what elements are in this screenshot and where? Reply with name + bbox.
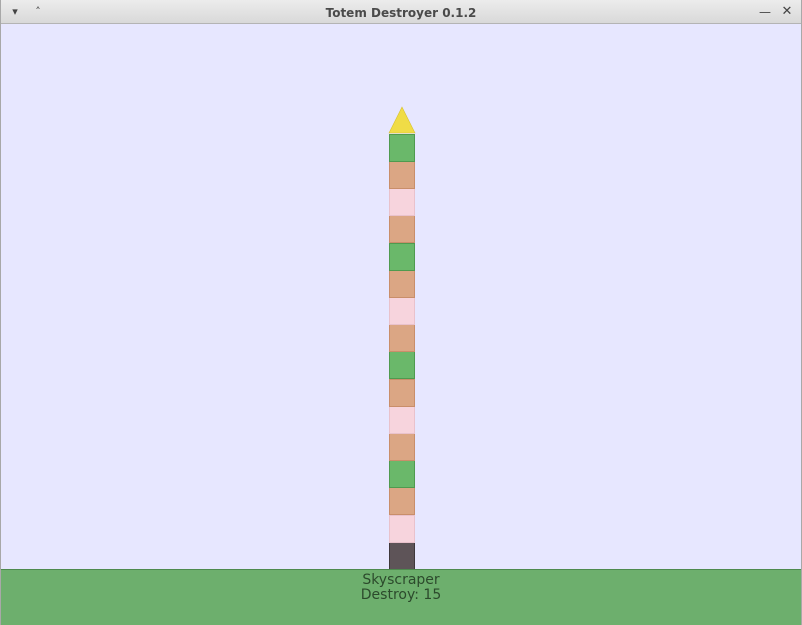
destroy-counter: Destroy: 15	[1, 587, 801, 603]
totem-block-orange[interactable]	[389, 161, 415, 189]
idol-icon	[388, 106, 416, 134]
totem-block-pink[interactable]	[389, 405, 415, 434]
totem-block-green[interactable]	[389, 133, 415, 162]
ground: Skyscraper Destroy: 15	[1, 569, 801, 625]
totem-block-green[interactable]	[389, 351, 415, 380]
totem-block-green[interactable]	[389, 460, 415, 489]
totem-block-orange[interactable]	[389, 324, 415, 353]
totem-block-orange[interactable]	[389, 378, 415, 407]
totem-block-pink[interactable]	[389, 514, 415, 543]
game-window: ▾ ˄ Totem Destroyer 0.1.2 — ✕ Skyscraper…	[0, 0, 802, 625]
totem-block-pink[interactable]	[389, 297, 415, 325]
title-bar[interactable]: ▾ ˄ Totem Destroyer 0.1.2 — ✕	[1, 0, 801, 24]
totem-block-green[interactable]	[389, 242, 415, 271]
destroy-count-value: 15	[423, 587, 442, 603]
totem-block-orange[interactable]	[389, 215, 415, 244]
window-title: Totem Destroyer 0.1.2	[325, 6, 477, 20]
totem-block-orange[interactable]	[389, 433, 415, 461]
totem	[1, 24, 801, 570]
totem-block-orange[interactable]	[389, 269, 415, 298]
playfield[interactable]	[1, 24, 801, 570]
totem-block-orange[interactable]	[389, 487, 415, 516]
close-icon[interactable]: ✕	[778, 3, 796, 21]
totem-block-base	[389, 541, 415, 570]
level-name: Skyscraper	[362, 572, 440, 588]
destroy-label: Destroy:	[360, 587, 419, 603]
minimize-icon[interactable]: —	[756, 3, 774, 21]
totem-block-pink[interactable]	[389, 188, 415, 217]
